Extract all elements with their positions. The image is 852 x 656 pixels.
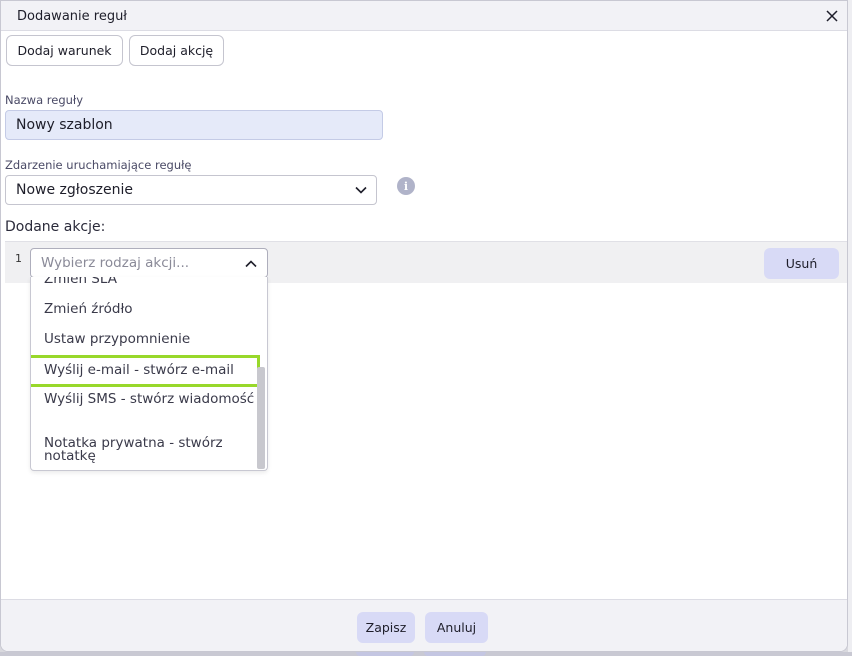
dropdown-option[interactable]: Zmień SLA	[31, 277, 257, 287]
close-button[interactable]	[821, 5, 843, 27]
dropdown-option[interactable]: Ustaw przypomnienie	[31, 332, 257, 346]
background-button	[356, 652, 414, 656]
rule-name-input[interactable]: Nowy szablon	[5, 110, 383, 140]
cancel-button[interactable]: Anuluj	[425, 612, 488, 643]
chevron-down-icon	[355, 186, 367, 194]
dialog-title: Dodawanie reguł	[17, 9, 128, 24]
dialog-titlebar: Dodawanie reguł	[1, 1, 847, 31]
save-button[interactable]: Zapisz	[357, 612, 415, 643]
trigger-select[interactable]: Nowe zgłoszenie	[5, 175, 377, 205]
action-type-dropdown: Zmień SLA Zmień źródło Ustaw przypomnien…	[30, 277, 268, 471]
info-icon[interactable]: i	[397, 177, 415, 195]
added-actions-label: Dodane akcje:	[5, 219, 106, 235]
action-type-placeholder: Wybierz rodzaj akcji...	[41, 255, 190, 271]
dialog-footer: Zapisz Anuluj	[1, 599, 847, 651]
dropdown-option-highlighted[interactable]: Wyślij e-mail - stwórz e-mail	[31, 355, 260, 387]
rule-name-value: Nowy szablon	[16, 117, 113, 133]
add-condition-button[interactable]: Dodaj warunek	[6, 35, 123, 66]
trigger-label: Zdarzenie uruchamiające regułę	[5, 158, 192, 172]
background-app-edge	[848, 0, 852, 656]
action-type-select[interactable]: Wybierz rodzaj akcji...	[30, 248, 268, 278]
dropdown-option[interactable]: Wyślij SMS - stwórz wiadomość	[31, 392, 257, 406]
background-button	[424, 652, 486, 656]
dropdown-option[interactable]: Zmień źródło	[31, 302, 257, 316]
rule-name-label: Nazwa reguły	[5, 93, 84, 107]
add-rule-dialog: Dodawanie reguł Dodaj warunek Dodaj akcj…	[0, 0, 848, 652]
add-action-button[interactable]: Dodaj akcję	[129, 35, 224, 66]
remove-action-button[interactable]: Usuń	[764, 248, 839, 279]
chevron-up-icon	[245, 260, 257, 268]
dropdown-option[interactable]: Notatka prywatna - stwórz notatkę	[31, 436, 257, 463]
dropdown-scrollbar[interactable]	[257, 367, 265, 469]
row-number: 1	[15, 252, 22, 265]
close-icon	[826, 10, 838, 22]
trigger-value: Nowe zgłoszenie	[16, 182, 133, 198]
